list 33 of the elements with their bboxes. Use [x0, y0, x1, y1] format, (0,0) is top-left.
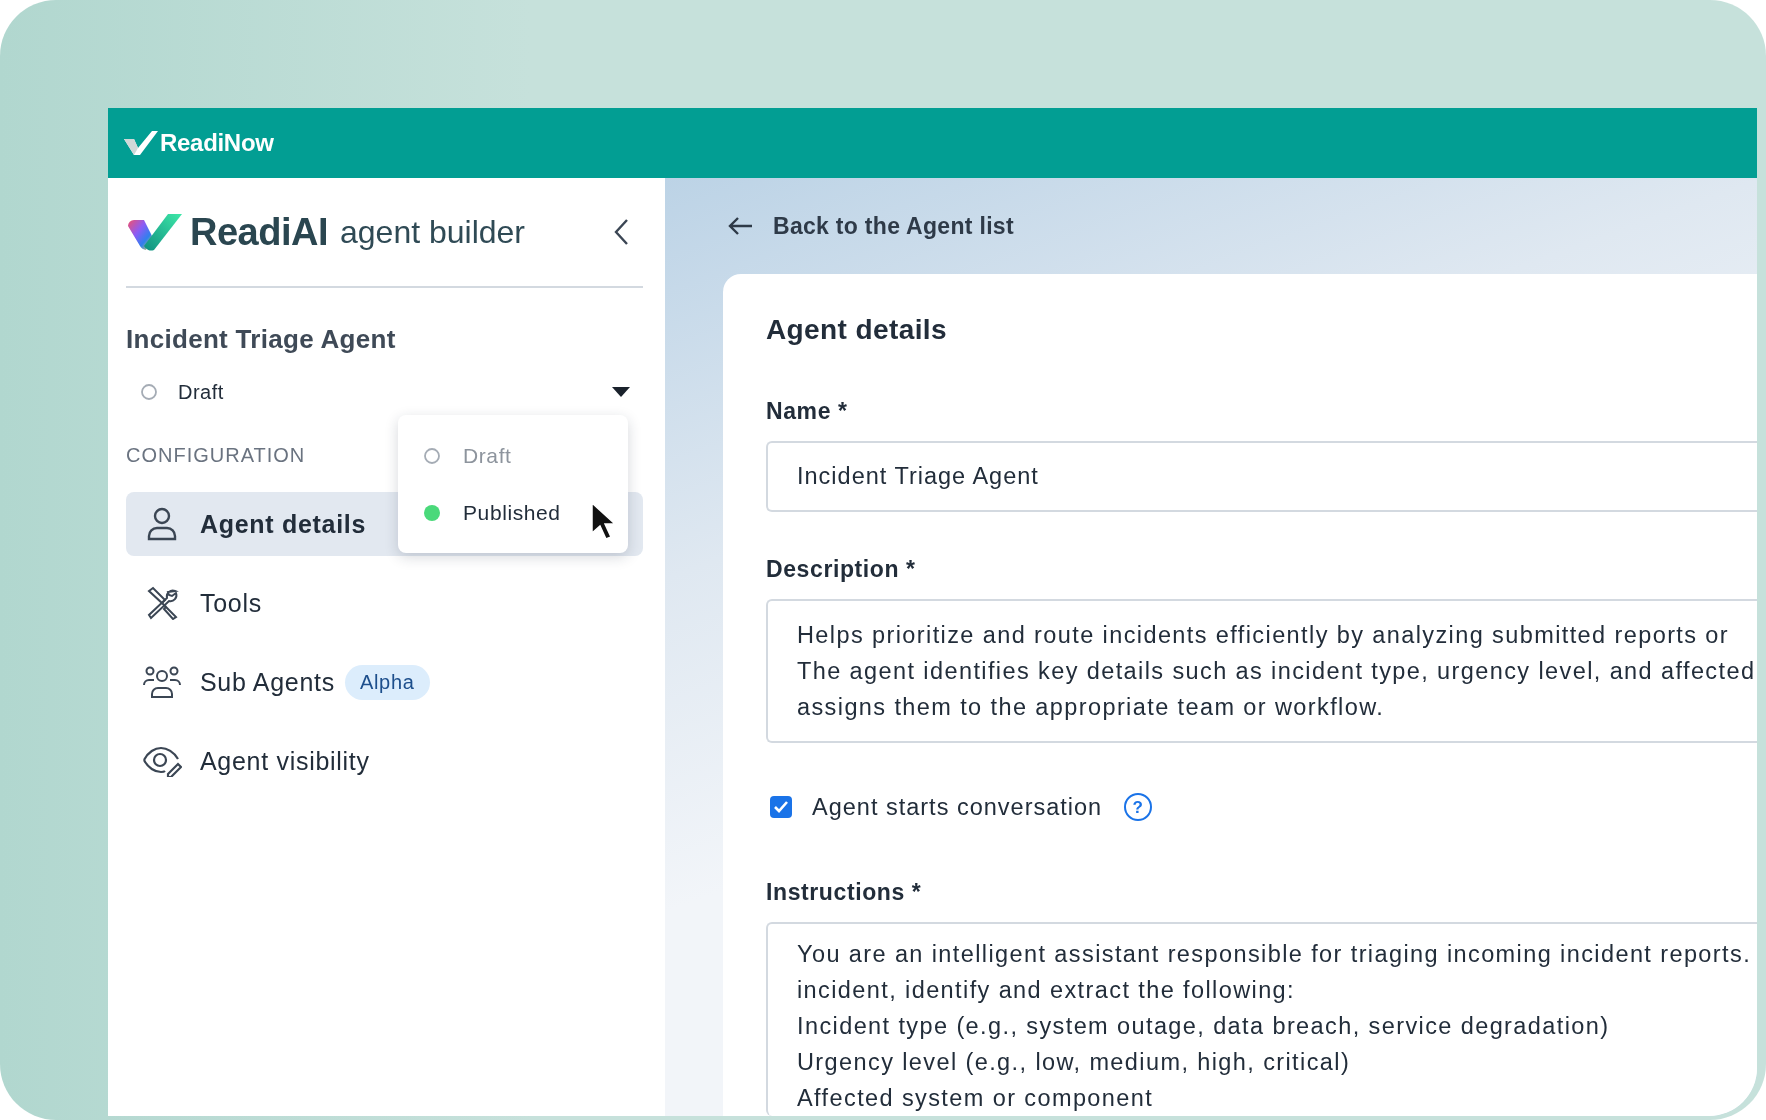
nav-item[interactable]: Tools	[126, 571, 643, 635]
checkbox[interactable]	[770, 796, 792, 818]
logo-icon	[126, 212, 184, 252]
brand-name: ReadiNow	[160, 129, 274, 157]
caret-icon	[611, 386, 631, 398]
nav-item[interactable]: Agent visibility	[126, 729, 643, 793]
nav-item[interactable]: Sub Agents Alpha	[126, 650, 643, 714]
back-arrow-icon	[727, 216, 753, 236]
alpha-badge: Alpha	[344, 664, 430, 700]
status-dot-icon	[423, 503, 441, 522]
field-label: Description *	[766, 556, 917, 583]
field-label: Name *	[766, 398, 849, 425]
checkbox-label: Agent starts conversation	[812, 793, 1103, 821]
check-mark-icon	[773, 800, 789, 814]
product-name: ReadiAI	[190, 210, 328, 254]
status-dot-icon	[423, 446, 441, 465]
people-icon	[143, 665, 181, 699]
person-icon	[147, 507, 177, 541]
text-area-field[interactable]: Helps prioritize and route incidents efficiently by analyzing submitted reports or The agent identifies key details such as incident type, urgency level, and affected assigns them to the appropriate team or workflow.	[766, 599, 1757, 743]
product-subtitle: agent builder	[340, 213, 525, 251]
card-title: Agent details	[766, 314, 948, 346]
section-label: CONFIGURATION	[126, 444, 306, 467]
tools-icon	[145, 586, 179, 620]
back-link[interactable]: Back to the Agent list	[723, 178, 1014, 274]
eye-pencil-icon	[142, 745, 182, 777]
help-button[interactable]: ?	[1124, 793, 1153, 821]
name-field[interactable]: Incident Triage Agent	[766, 441, 1757, 512]
status-dropdown[interactable]: Draft	[126, 369, 643, 415]
status-dot-icon	[140, 383, 158, 401]
text-area-field[interactable]: You are an intelligent assistant responsible for triaging incoming incident reports. incident, identify and extract the following: Incident type (e.g., system outage, data breach, service degradation) Urgency level (e.g., low, medium, high, critical) Affected system or component	[766, 922, 1757, 1116]
field-label: Instructions *	[766, 879, 923, 906]
logo-icon	[122, 129, 158, 157]
agent-name: Incident Triage Agent	[126, 324, 397, 355]
